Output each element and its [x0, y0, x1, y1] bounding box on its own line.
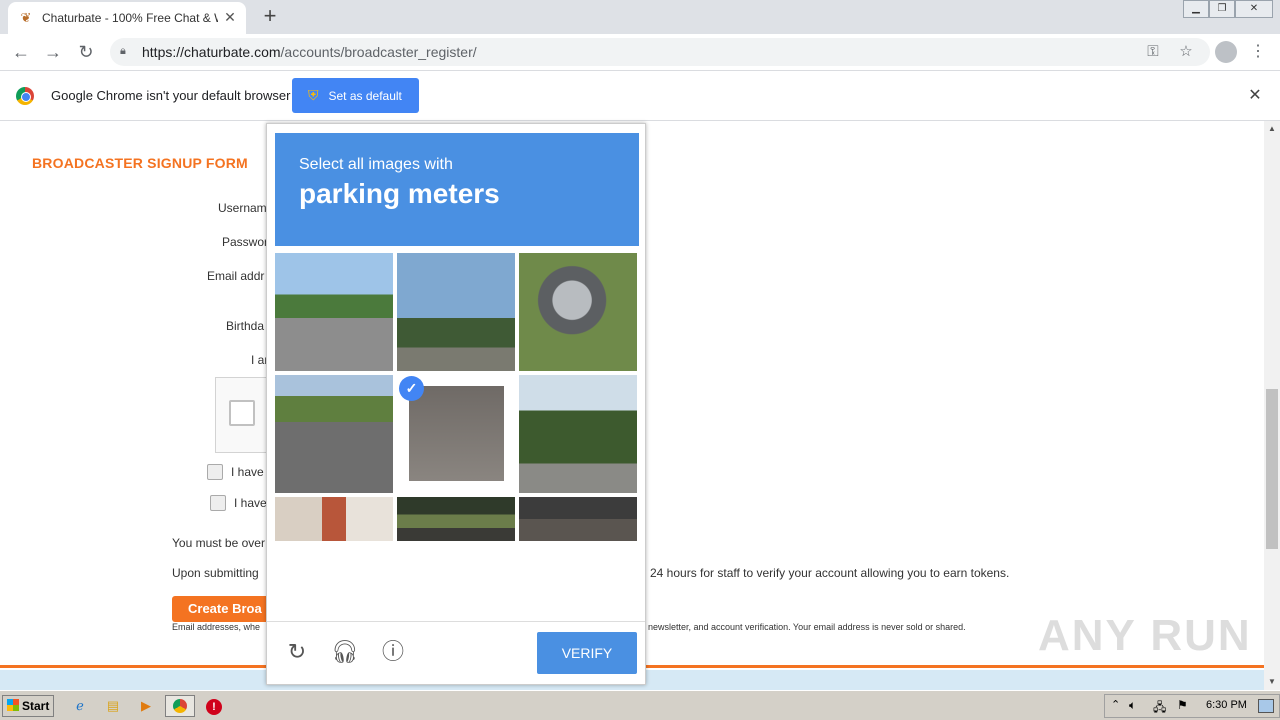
- captcha-tile-8[interactable]: [397, 497, 515, 541]
- profile-avatar[interactable]: [1215, 41, 1237, 63]
- bookmark-star-icon[interactable]: ☆: [1176, 42, 1196, 62]
- captcha-tile-7[interactable]: [275, 497, 393, 541]
- captcha-footer: ↻ 🎧︎ ⓘ VERIFY: [267, 621, 645, 685]
- back-icon[interactable]: ←: [9, 40, 33, 64]
- action-center-flag-icon[interactable]: ⚑: [1177, 698, 1188, 712]
- tab-strip: ❦ Chaturbate - 100% Free Chat & Webcam ✕…: [0, 0, 1280, 34]
- submit-notice-start: Upon submitting: [172, 566, 259, 580]
- captcha-tile-9[interactable]: [519, 497, 637, 541]
- page-scrollbar[interactable]: ▲ ▼: [1264, 121, 1280, 690]
- browser-tab[interactable]: ❦ Chaturbate - 100% Free Chat & Webcam ✕: [8, 2, 246, 34]
- captcha-tile-4[interactable]: [275, 375, 393, 493]
- antivirus-icon[interactable]: !: [204, 697, 224, 715]
- key-icon[interactable]: ⚿: [1143, 42, 1163, 62]
- media-player-icon[interactable]: ▶: [136, 697, 156, 715]
- info-icon[interactable]: ⓘ: [379, 638, 407, 666]
- tab-close-icon[interactable]: ✕: [222, 9, 238, 25]
- infobar-message: Google Chrome isn't your default browser: [51, 88, 291, 103]
- captcha-tile-3[interactable]: [519, 253, 637, 371]
- browser-toolbar: ← → ↻ 🔒︎ https://chaturbate.com/accounts…: [0, 34, 1280, 71]
- submit-notice-end: 24 hours for staff to verify your accoun…: [650, 566, 1010, 580]
- forward-icon[interactable]: →: [41, 40, 65, 64]
- scroll-up-icon[interactable]: ▲: [1264, 121, 1280, 137]
- refresh-icon[interactable]: ↻: [283, 638, 311, 666]
- email-note-start: Email addresses, whe: [172, 622, 261, 632]
- agree-checkbox-2[interactable]: [210, 495, 226, 511]
- recaptcha-checkbox[interactable]: [229, 400, 255, 426]
- volume-icon[interactable]: 🔈︎: [1129, 698, 1136, 713]
- form-title: BROADCASTER SIGNUP FORM: [32, 155, 248, 171]
- chrome-taskbar-button[interactable]: [165, 695, 195, 717]
- captcha-challenge: Select all images with parking meters ✓ …: [266, 123, 646, 685]
- tray-expand-icon[interactable]: ⌃: [1111, 698, 1120, 711]
- birthday-label: Birthda: [226, 319, 265, 333]
- start-button[interactable]: Start: [2, 695, 54, 717]
- password-label: Passwor: [222, 235, 269, 249]
- chrome-logo-icon: [16, 87, 34, 105]
- captcha-target: parking meters: [299, 178, 500, 209]
- infobar-close-icon[interactable]: ✕: [1246, 87, 1264, 105]
- new-tab-button[interactable]: +: [258, 5, 282, 29]
- captcha-header: Select all images with parking meters: [275, 133, 639, 246]
- ie-icon[interactable]: ℯ: [70, 697, 90, 715]
- captcha-instruction: Select all images with: [299, 156, 453, 173]
- agree-checkbox-1[interactable]: [207, 464, 223, 480]
- agree-label-2: I have: [234, 496, 267, 510]
- folder-icon[interactable]: ▤: [103, 697, 123, 715]
- tab-title: Chaturbate - 100% Free Chat & Webcam: [42, 11, 218, 25]
- chaturbate-favicon-icon: ❦: [20, 10, 32, 25]
- scrollbar-thumb[interactable]: [1266, 389, 1278, 549]
- age-notice: You must be over: [172, 536, 265, 550]
- minimize-button[interactable]: ▁: [1183, 0, 1209, 18]
- default-browser-infobar: Google Chrome isn't your default browser…: [0, 71, 1280, 121]
- show-desktop-icon[interactable]: [1258, 699, 1274, 713]
- chrome-taskbar-icon: [173, 699, 187, 713]
- windows-flag-icon: [7, 699, 19, 711]
- captcha-tile-1[interactable]: [275, 253, 393, 371]
- set-as-default-button[interactable]: ⛨ Set as default: [292, 78, 419, 113]
- menu-icon[interactable]: ⋮: [1250, 41, 1266, 63]
- windows-taskbar: Start ℯ ▤ ▶ ! ⌃ 🔈︎ 🖧︎ ⚑ 6:30 PM: [0, 690, 1280, 720]
- clock[interactable]: 6:30 PM: [1206, 699, 1247, 711]
- system-tray: ⌃ 🔈︎ 🖧︎ ⚑: [1104, 694, 1280, 718]
- url-path: /accounts/broadcaster_register/: [280, 44, 477, 60]
- parking-meter-image: [409, 386, 504, 481]
- captcha-tile-2[interactable]: [397, 253, 515, 371]
- network-icon[interactable]: 🖧︎: [1153, 698, 1166, 719]
- audio-challenge-icon[interactable]: 🎧︎: [331, 638, 359, 666]
- email-note-end: newsletter, and account verification. Yo…: [648, 622, 966, 632]
- anyrun-watermark: ANY RUN: [1038, 611, 1252, 660]
- address-bar[interactable]: 🔒︎ https://chaturbate.com/accounts/broad…: [110, 38, 1210, 66]
- email-label: Email addr: [207, 269, 265, 283]
- verify-button[interactable]: VERIFY: [537, 632, 637, 674]
- agree-label-1: I have: [231, 465, 264, 479]
- selected-check-icon: ✓: [399, 376, 424, 401]
- restore-button[interactable]: ❐: [1209, 0, 1235, 18]
- reload-icon[interactable]: ↻: [74, 40, 98, 64]
- username-label: Usernam: [218, 201, 267, 215]
- scroll-down-icon[interactable]: ▼: [1264, 674, 1280, 690]
- window-close-button[interactable]: ✕: [1235, 0, 1273, 18]
- url-host: https://chaturbate.com: [142, 44, 281, 60]
- shield-icon: ⛨: [308, 87, 319, 103]
- start-label: Start: [22, 699, 50, 713]
- set-as-default-label: Set as default: [328, 88, 402, 103]
- captcha-tile-6[interactable]: [519, 375, 637, 493]
- lock-icon: 🔒︎: [120, 45, 126, 57]
